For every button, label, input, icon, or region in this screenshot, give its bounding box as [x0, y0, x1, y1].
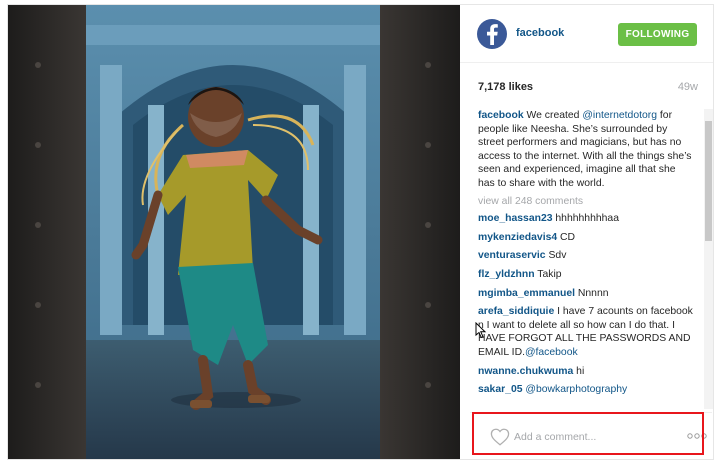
list-item: mykenziedavis4 CD	[478, 231, 694, 245]
caption-text-rest: for people like Neesha. She’s surrounded…	[478, 110, 692, 189]
view-all-comments-link[interactable]: view all 248 comments	[478, 195, 694, 209]
comment-text: CD	[557, 231, 576, 243]
scrollbar-thumb[interactable]	[705, 121, 712, 241]
comment-username[interactable]: moe_hassan23	[478, 213, 553, 224]
add-comment-bar	[470, 412, 712, 457]
caption-mention[interactable]: @internetdotorg	[582, 110, 657, 121]
comment-text: hi	[573, 365, 585, 377]
caption-username[interactable]: facebook	[478, 110, 524, 121]
mouse-cursor-icon	[475, 322, 487, 339]
comment-username[interactable]: flz_yldzhnn	[478, 269, 535, 280]
post-photo[interactable]	[8, 5, 460, 459]
comment-username[interactable]: mykenziedavis4	[478, 232, 557, 243]
list-item: venturaservic Sdv	[478, 249, 694, 263]
add-comment-input[interactable]	[514, 428, 674, 446]
list-item: moe_hassan23 hhhhhhhhhaa	[478, 212, 694, 226]
post-age[interactable]: 49w	[678, 81, 698, 93]
comments-scrollbar[interactable]	[704, 109, 713, 409]
following-button[interactable]: FOLLOWING	[618, 23, 697, 46]
more-options-icon[interactable]	[686, 430, 708, 442]
comment-mention[interactable]: @bowkarphotography	[525, 384, 627, 395]
comment-username[interactable]: sakar_05	[478, 384, 523, 395]
comment-mention[interactable]: @facebook	[525, 347, 578, 358]
caption-text: We created	[523, 110, 583, 121]
comment-username[interactable]: venturaservic	[478, 250, 546, 261]
instagram-post: facebook FOLLOWING 7,178 likes 49w faceb…	[7, 4, 714, 460]
post-caption: facebook We created @internetdotorg for …	[478, 109, 694, 191]
comment-text: Takip	[534, 268, 562, 280]
list-item: arefa_siddiquie I have 7 acounts on face…	[478, 305, 694, 359]
facebook-f-glyph	[487, 24, 498, 45]
comment-text: hhhhhhhhhaa	[552, 213, 619, 225]
list-item: flz_yldzhnn Takip	[478, 268, 694, 282]
photo-illustration	[8, 5, 460, 459]
comment-username[interactable]: arefa_siddiquie	[478, 306, 554, 317]
likes-count[interactable]: 7,178 likes	[478, 81, 533, 93]
comment-text: Sdv	[545, 250, 567, 262]
comments-list[interactable]: facebook We created @internetdotorg for …	[478, 109, 694, 405]
heart-outline-icon[interactable]	[490, 428, 510, 446]
post-header: facebook FOLLOWING	[460, 5, 713, 63]
list-item: nwanne.chukwuma hi	[478, 365, 694, 379]
comment-username[interactable]: nwanne.chukwuma	[478, 366, 573, 377]
list-item: sakar_05 @bowkarphotography	[478, 383, 694, 397]
list-item: mgimba_emmanuel Nnnnn	[478, 287, 694, 301]
comment-username[interactable]: mgimba_emmanuel	[478, 288, 575, 299]
post-username[interactable]: facebook	[516, 27, 564, 39]
facebook-logo-icon[interactable]	[477, 19, 507, 49]
likes-row: 7,178 likes 49w	[478, 81, 698, 97]
comment-text: Nnnnn	[575, 287, 609, 299]
post-side-panel: facebook FOLLOWING 7,178 likes 49w faceb…	[460, 5, 713, 459]
